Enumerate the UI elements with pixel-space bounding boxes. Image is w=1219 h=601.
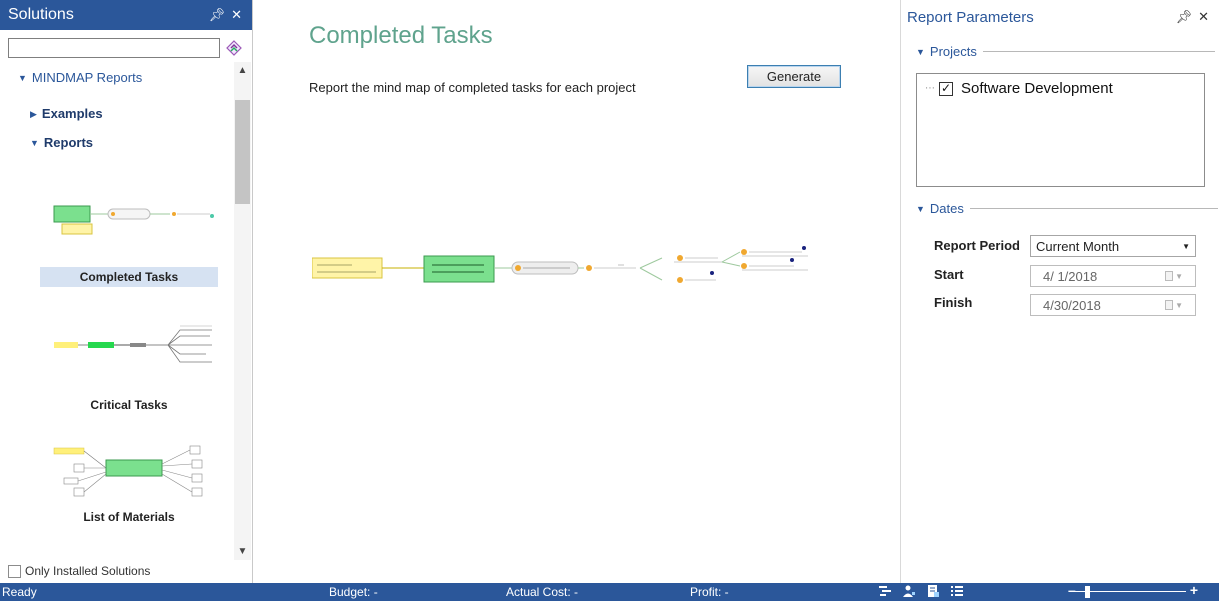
solution-item-label: Critical Tasks: [90, 398, 168, 412]
solution-item-label: Completed Tasks: [40, 267, 218, 287]
zoom-in-icon[interactable]: +: [1190, 582, 1198, 598]
report-period-label: Report Period: [934, 238, 1020, 253]
solutions-scrollbar[interactable]: ▲ ▼: [234, 62, 251, 560]
dates-header-label: Dates: [929, 201, 964, 216]
close-icon[interactable]: ✕: [231, 7, 242, 23]
pin-icon[interactable]: 📌︎: [209, 7, 226, 23]
projects-header-label: Projects: [929, 44, 977, 59]
expanded-triangle-icon: ▼: [18, 73, 27, 83]
mindmap-preview-image: [312, 246, 808, 283]
status-bar: Ready Budget: - Actual Cost: - Profit: -…: [0, 582, 1219, 601]
only-installed-label: Only Installed Solutions: [25, 564, 151, 578]
projects-list: ⋯ ✓ Software Development: [916, 73, 1205, 187]
zoom-out-icon[interactable]: –: [1068, 582, 1076, 598]
start-date-value: 4/ 1/2018: [1043, 268, 1098, 284]
expanded-triangle-icon: ▼: [916, 46, 925, 57]
finish-date-value: 4/30/2018: [1043, 297, 1101, 313]
diamond-nav-icon[interactable]: [224, 38, 244, 58]
calendar-icon[interactable]: ▼: [1165, 299, 1183, 311]
tree-node-reports[interactable]: ▼ Reports: [30, 135, 93, 150]
list-of-materials-thumbnail: [53, 445, 203, 497]
report-detail-pane: Completed Tasks Report the mind map of c…: [254, 0, 900, 583]
solutions-pane-header: Solutions 📌︎ ✕: [0, 0, 252, 30]
projects-section-header[interactable]: ▼ Projects: [916, 44, 1215, 59]
solution-item-completed-tasks[interactable]: Completed Tasks: [40, 194, 220, 287]
scroll-up-icon[interactable]: ▲: [234, 62, 251, 79]
calendar-icon[interactable]: ▼: [1165, 270, 1183, 282]
tree-node-label: Reports: [43, 135, 94, 150]
completed-tasks-thumbnail: [53, 205, 214, 235]
report-description: Report the mind map of completed tasks f…: [309, 80, 636, 95]
checkbox-unchecked-icon[interactable]: [8, 564, 21, 578]
collapsed-triangle-icon: ▶: [30, 109, 37, 119]
solution-search-input[interactable]: [8, 38, 220, 58]
report-parameters-pane: Report Parameters 📌︎ ✕ ▼ Projects ⋯ ✓ So…: [900, 0, 1219, 583]
tree-node-label: Examples: [41, 106, 103, 121]
project-item-label: Software Development: [961, 80, 1113, 97]
expanded-triangle-icon: ▼: [916, 203, 925, 214]
resource-view-icon[interactable]: [902, 584, 916, 601]
finish-label: Finish: [934, 295, 973, 310]
status-profit: Profit: -: [690, 585, 729, 599]
gantt-view-icon[interactable]: [878, 584, 892, 601]
solutions-tree: ▼ MINDMAP Reports ▶ Examples ▼ Reports C…: [0, 62, 234, 560]
pin-icon[interactable]: 📌︎: [1176, 9, 1193, 25]
solutions-pane: Solutions 📌︎ ✕ ▼MINDMAP Reports ▶Examp: [0, 0, 253, 583]
only-installed-checkbox[interactable]: Only Installed Solutions: [8, 564, 150, 578]
dropdown-arrow-icon[interactable]: ▼: [1182, 239, 1190, 253]
app-window: Solutions 📌︎ ✕ ▼MINDMAP Reports ▶Examp: [0, 0, 1219, 601]
task-list-view-icon[interactable]: [950, 584, 964, 601]
report-period-value: Current Month: [1036, 239, 1120, 254]
zoom-track: [1074, 591, 1186, 592]
status-ready: Ready: [2, 585, 37, 599]
tree-line-icon: ⋯: [925, 83, 935, 94]
solution-search: [8, 38, 244, 58]
tree-root-mindmap-reports[interactable]: ▼ MINDMAP Reports: [18, 70, 142, 85]
expanded-triangle-icon: ▼: [30, 138, 39, 148]
start-date-picker[interactable]: 4/ 1/2018 ▼: [1030, 265, 1196, 287]
generate-button[interactable]: Generate: [747, 65, 841, 88]
report-view-icon[interactable]: [926, 584, 940, 601]
solution-item-list-of-materials[interactable]: List of Materials: [40, 434, 220, 527]
solution-item-label: List of Materials: [83, 510, 175, 524]
critical-tasks-thumbnail: [54, 325, 212, 363]
scrollbar-thumb[interactable]: [235, 100, 250, 204]
solutions-pane-title: Solutions: [8, 6, 74, 23]
scroll-down-icon[interactable]: ▼: [234, 543, 251, 560]
report-parameters-title: Report Parameters: [907, 9, 1034, 26]
status-actual-cost: Actual Cost: -: [506, 585, 579, 599]
section-divider: [969, 208, 1218, 209]
section-divider: [982, 51, 1215, 52]
status-budget: Budget: -: [329, 585, 378, 599]
solution-item-critical-tasks[interactable]: Critical Tasks: [40, 322, 220, 415]
finish-date-picker[interactable]: 4/30/2018 ▼: [1030, 294, 1196, 316]
close-icon[interactable]: ✕: [1198, 9, 1209, 25]
checkbox-checked-icon[interactable]: ✓: [939, 81, 953, 96]
zoom-slider[interactable]: – +: [1068, 582, 1198, 599]
report-title: Completed Tasks: [309, 22, 493, 49]
start-label: Start: [934, 267, 964, 282]
tree-node-examples[interactable]: ▶ Examples: [30, 106, 103, 121]
tree-root-label: MINDMAP Reports: [31, 70, 143, 85]
dates-section-header[interactable]: ▼ Dates: [916, 201, 1218, 216]
zoom-slider-knob[interactable]: [1084, 586, 1090, 598]
project-item[interactable]: ⋯ ✓ Software Development: [925, 80, 1113, 97]
report-period-select[interactable]: Current Month ▼: [1030, 235, 1196, 257]
